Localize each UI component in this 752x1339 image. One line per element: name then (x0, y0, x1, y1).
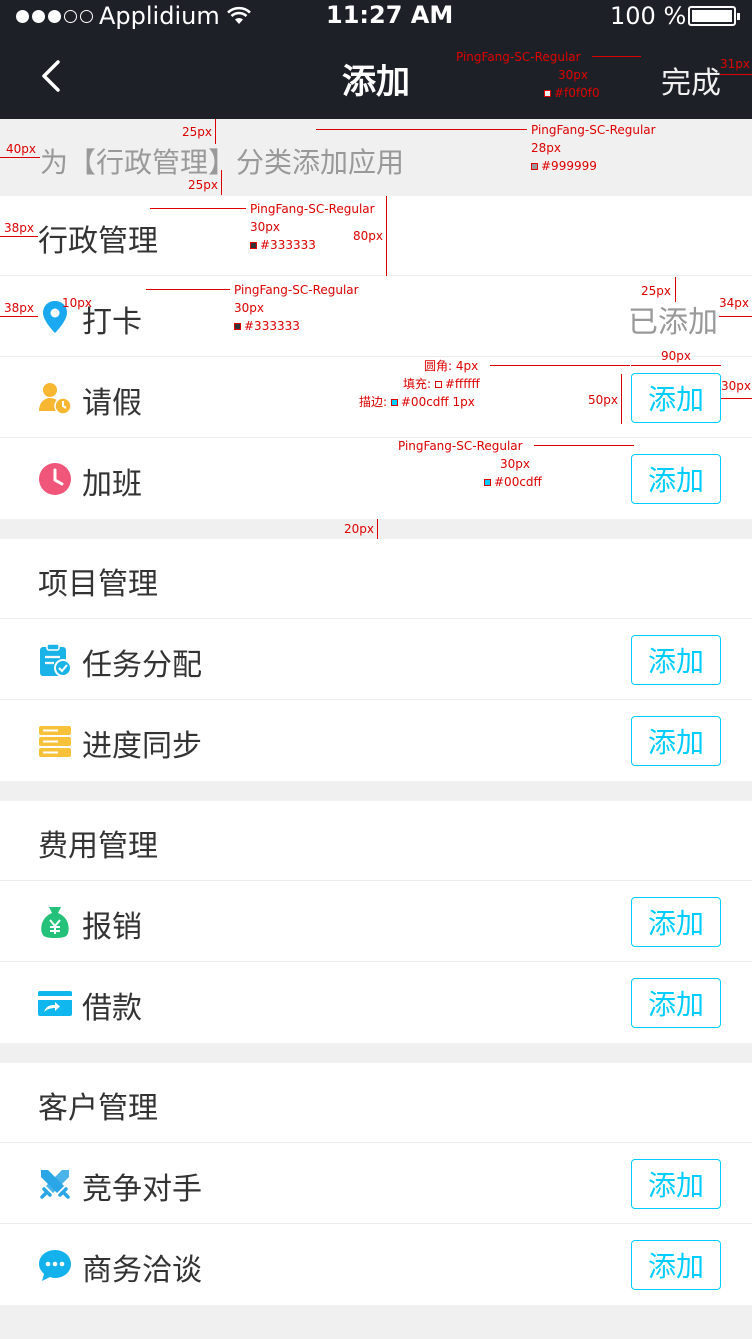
carrier-name: Applidium (99, 2, 220, 30)
list-item: 进度同步 添加 (0, 701, 752, 781)
section-header: 项目管理 (0, 539, 752, 619)
list-item: 商务洽谈 添加 (0, 1225, 752, 1305)
add-button[interactable]: 添加 (631, 635, 721, 685)
annotation-distance: 80px (353, 229, 383, 243)
annotation-size: 30px (558, 68, 588, 82)
list-item: 任务分配 添加 (0, 620, 752, 700)
chat-bubble-icon (39, 1250, 71, 1281)
section-header: 费用管理 (0, 801, 752, 881)
annotation-distance: 40px (6, 142, 36, 156)
money-bag-icon (41, 907, 69, 938)
annotation-distance: 50px (588, 393, 618, 407)
status-time: 11:27 AM (326, 1, 454, 29)
wifi-icon (226, 6, 251, 24)
status-bar: Applidium 11:27 AM 100 % (0, 0, 752, 34)
annotation-color: #999999 (531, 160, 597, 172)
annotation-color: #333333 (250, 239, 316, 251)
list-item: 借款 添加 (0, 963, 752, 1043)
section-customer: 客户管理 竞争对手 添加 商务洽谈 添加 (0, 1063, 752, 1305)
item-label: 进度同步 (82, 729, 202, 764)
annotation-fill: 填充: #ffffff (403, 377, 480, 391)
annotation-color: #00cdff (484, 476, 542, 488)
annotation-stroke: 描边: #00cdff 1px (359, 395, 475, 409)
section-title: 行政管理 (38, 224, 158, 259)
annotation-color: #333333 (234, 320, 300, 332)
person-clock-icon (39, 383, 72, 415)
annotation-size: 30px (234, 301, 264, 315)
signal-icon (16, 9, 93, 23)
add-button[interactable]: 添加 (631, 373, 721, 423)
annotation-font: PingFang-SC-Regular (456, 50, 581, 64)
annotation-distance: 38px (4, 301, 34, 315)
annotation-distance: 34px (719, 296, 749, 310)
annotation-font: PingFang-SC-Regular (398, 439, 523, 453)
server-stack-icon (39, 726, 71, 757)
list-item: 打卡 已添加 (0, 277, 752, 357)
annotation-distance: 38px (4, 221, 34, 235)
section-project: 项目管理 任务分配 添加 进度同步 添加 (0, 539, 752, 781)
battery-icon (688, 6, 740, 26)
add-button[interactable]: 添加 (631, 716, 721, 766)
section-title: 客户管理 (38, 1091, 158, 1126)
section-title: 费用管理 (38, 829, 158, 864)
annotation-distance: 25px (188, 178, 218, 192)
annotation-distance: 10px (62, 296, 92, 310)
annotation-distance: 31px (720, 57, 750, 71)
section-title: 项目管理 (38, 567, 158, 602)
annotation-font: PingFang-SC-Regular (250, 202, 375, 216)
annotation-radius: 圆角: 4px (424, 359, 479, 373)
list-item: 报销 添加 (0, 882, 752, 962)
item-label: 请假 (82, 386, 142, 421)
annotation-distance: 90px (661, 349, 691, 363)
section-header: 客户管理 (0, 1063, 752, 1143)
card-icon (38, 991, 72, 1016)
annotation-color: #f0f0f0 (544, 87, 600, 99)
annotation-size: 30px (250, 220, 280, 234)
clock-icon (39, 463, 71, 495)
annotation-distance: 25px (182, 125, 212, 139)
annotation-distance: 30px (721, 379, 751, 393)
annotation-distance: 25px (641, 284, 671, 298)
done-button[interactable]: 完成 (661, 58, 721, 102)
hint-text: 为【行政管理】分类添加应用 (40, 146, 405, 179)
annotation-size: 28px (531, 141, 561, 155)
carrier: Applidium (16, 2, 252, 30)
annotation-font: PingFang-SC-Regular (531, 123, 656, 137)
clipboard-check-icon (40, 643, 72, 677)
top-bar: Applidium 11:27 AM 100 % 添加 完成 (0, 0, 752, 119)
add-button[interactable]: 添加 (631, 454, 721, 504)
section-admin: 行政管理 打卡 已添加 请假 添加 加班 添加 (0, 196, 752, 519)
section-expense: 费用管理 报销 添加 借款 添加 (0, 801, 752, 1043)
item-label: 任务分配 (82, 648, 202, 683)
list-item: 竞争对手 添加 (0, 1144, 752, 1224)
page-title: 添加 (342, 62, 410, 102)
add-button[interactable]: 添加 (631, 1240, 721, 1290)
annotation-font: PingFang-SC-Regular (234, 283, 359, 297)
added-status: 已添加 (628, 305, 718, 340)
add-button[interactable]: 添加 (631, 1159, 721, 1209)
item-label: 报销 (82, 910, 142, 945)
crossed-swords-icon (40, 1170, 70, 1199)
add-button[interactable]: 添加 (631, 978, 721, 1028)
item-label: 借款 (82, 991, 142, 1026)
item-label: 竞争对手 (82, 1172, 202, 1207)
annotation-size: 30px (500, 457, 530, 471)
item-label: 商务洽谈 (82, 1253, 202, 1288)
battery-percent: 100 % (610, 2, 687, 30)
list-item: 加班 添加 (0, 439, 752, 519)
annotation-distance: 20px (344, 522, 374, 536)
add-button[interactable]: 添加 (631, 897, 721, 947)
item-label: 加班 (82, 467, 142, 502)
